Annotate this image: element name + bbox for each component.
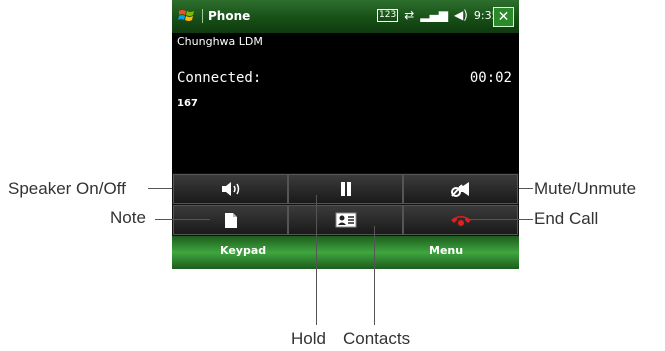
speaker-button[interactable]	[173, 174, 288, 204]
hold-button[interactable]	[288, 174, 403, 204]
operator-name: Chunghwa LDM	[177, 35, 263, 48]
start-menu-icon[interactable]	[178, 8, 196, 24]
mute-button[interactable]	[403, 174, 518, 204]
speaker-icon	[221, 182, 239, 196]
end-call-button[interactable]	[403, 205, 518, 235]
callout-note-line	[155, 219, 210, 220]
callout-speaker-line	[148, 188, 172, 189]
note-button[interactable]	[173, 205, 288, 235]
status-bar: Phone 123 ⇄ ▂▄▆ ◀) 9:35 ✕	[172, 0, 519, 33]
callout-mute-line	[519, 188, 533, 189]
signal-icon[interactable]: ▂▄▆	[420, 8, 448, 22]
callout-hold-line	[316, 195, 317, 325]
callout-note: Note	[110, 208, 146, 227]
close-button[interactable]: ✕	[493, 7, 514, 27]
callout-end-call-line	[470, 219, 533, 220]
input-mode-indicator[interactable]: 123	[377, 8, 399, 22]
app-title: Phone	[202, 9, 250, 23]
callout-mute: Mute/Unmute	[534, 179, 637, 198]
softkey-bar: Keypad Menu	[172, 236, 519, 269]
connectivity-icon[interactable]: ⇄	[404, 8, 414, 22]
callout-contacts: Contacts	[343, 329, 411, 348]
callout-speaker: Speaker On/Off	[8, 179, 126, 198]
call-timer: 00:02	[469, 70, 512, 86]
contact-card-icon	[335, 212, 356, 228]
callout-end-call: End Call	[534, 209, 599, 228]
hang-up-icon	[450, 216, 471, 226]
caller-number: 167	[177, 98, 198, 109]
note-icon	[224, 212, 237, 228]
volume-icon[interactable]: ◀)	[454, 8, 468, 22]
call-button-grid	[172, 173, 519, 236]
menu-softkey[interactable]: Menu	[429, 244, 463, 257]
call-status: Connected:	[177, 70, 262, 86]
mute-icon	[450, 182, 469, 197]
contacts-button[interactable]	[288, 205, 403, 235]
callout-contacts-line	[374, 226, 375, 325]
callout-hold: Hold	[291, 329, 326, 348]
pause-icon	[340, 182, 351, 196]
phone-screen: Phone 123 ⇄ ▂▄▆ ◀) 9:35 ✕ Chunghwa LDM C…	[172, 0, 519, 269]
status-icons: 123 ⇄ ▂▄▆ ◀) 9:35	[377, 8, 499, 22]
keypad-softkey[interactable]: Keypad	[220, 244, 266, 257]
